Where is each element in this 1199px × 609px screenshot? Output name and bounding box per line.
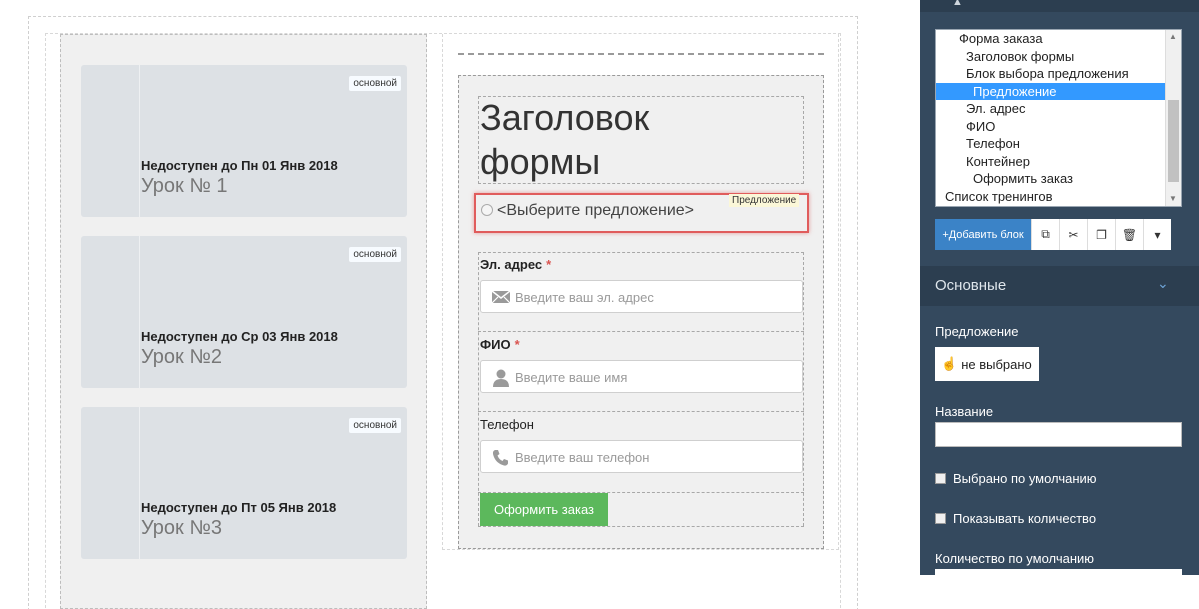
lesson-badge: основной (349, 418, 401, 433)
offer-label: Предложение (935, 324, 1019, 339)
scroll-up-icon[interactable]: ▲ (1169, 32, 1177, 41)
offer-radio[interactable] (481, 204, 493, 216)
default-selected-row[interactable]: Выбрано по умолчанию (935, 471, 1097, 486)
tree-item[interactable]: Форма заказа (959, 30, 1043, 47)
lesson-card[interactable]: основной Недоступен до Пн 01 Янв 2018 Ур… (81, 65, 407, 217)
tree-item[interactable]: ФИО (966, 118, 995, 135)
tree-item[interactable]: Телефон (966, 135, 1020, 152)
required-mark: * (546, 257, 552, 272)
email-field[interactable]: Введите ваш эл. адрес (480, 280, 803, 313)
copy-icon[interactable]: ⧉ (1031, 219, 1059, 250)
lesson-status: Недоступен до Пт 05 Янв 2018 (141, 500, 337, 515)
field-divider (478, 331, 804, 332)
form-heading-line: формы (480, 141, 601, 182)
tree-item[interactable]: Оформить заказ (973, 170, 1073, 187)
lesson-thumbnail (81, 236, 140, 388)
lesson-status: Недоступен до Ср 03 Янв 2018 (141, 329, 338, 344)
user-icon (491, 369, 511, 387)
lesson-thumbnail (81, 65, 140, 217)
add-block-button[interactable]: +Добавить блок (935, 219, 1031, 250)
form-heading: Заголовок формы (480, 96, 800, 184)
lesson-status: Недоступен до Пн 01 Янв 2018 (141, 158, 338, 173)
order-button[interactable]: Оформить заказ (480, 493, 608, 526)
lesson-title[interactable]: Урок №3 (141, 517, 222, 540)
cut-icon[interactable]: ✂ (1059, 219, 1087, 250)
field-divider (478, 252, 804, 253)
dropdown-icon[interactable]: ▾ (1143, 219, 1171, 250)
email-label: Эл. адрес * (480, 257, 551, 272)
offer-pick-button[interactable]: ☝ не выбрано (935, 347, 1039, 381)
phone-placeholder: Введите ваш телефон (515, 450, 650, 465)
offer-block-tag: Предложение (729, 194, 800, 207)
tree-item[interactable]: Блок выбора предложения (966, 65, 1129, 82)
tree-item[interactable]: Эл. адрес (966, 100, 1026, 117)
lesson-card[interactable]: основной Недоступен до Ср 03 Янв 2018 Ур… (81, 236, 407, 388)
required-mark: * (514, 337, 520, 352)
lesson-badge: основной (349, 247, 401, 262)
block-toolbar: +Добавить блок ⧉ ✂ ❐ 🗑 ▾ (935, 219, 1171, 250)
email-label-text: Эл. адрес (480, 257, 543, 272)
scroll-down-icon[interactable]: ▼ (1169, 194, 1177, 203)
title-input[interactable] (935, 422, 1182, 447)
default-selected-checkbox[interactable] (935, 473, 946, 484)
tree-item-selected[interactable]: Предложение (936, 83, 1165, 100)
chevron-down-icon[interactable]: ⌄ (1157, 275, 1169, 292)
lesson-card[interactable]: основной Недоступен до Пт 05 Янв 2018 Ур… (81, 407, 407, 559)
default-selected-label: Выбрано по умолчанию (953, 471, 1097, 486)
envelope-icon (491, 289, 511, 305)
offer-placeholder[interactable]: <Выберите предложение> (497, 202, 694, 220)
column-divider-line (458, 53, 824, 55)
tree-scrollbar[interactable]: ▲ ▼ (1165, 30, 1181, 206)
pointer-hand-icon: ☝ (941, 356, 958, 371)
tree-item[interactable]: Список тренингов (945, 188, 1053, 205)
name-label: ФИО * (480, 337, 520, 352)
phone-field[interactable]: Введите ваш телефон (480, 440, 803, 473)
field-divider (803, 252, 804, 526)
panel-topbar: ▲ (920, 0, 1199, 12)
show-quantity-checkbox[interactable] (935, 513, 946, 524)
lesson-badge: основной (349, 76, 401, 91)
show-quantity-label: Показывать количество (953, 511, 1097, 526)
lesson-title[interactable]: Урок №2 (141, 346, 222, 369)
show-quantity-row[interactable]: Показывать количество (935, 511, 1096, 526)
name-label-text: ФИО (480, 337, 511, 352)
phone-label: Телефон (480, 417, 534, 432)
offer-pick-value: не выбрано (961, 356, 1032, 372)
caret-down-icon[interactable]: ▲ (952, 0, 963, 8)
name-placeholder: Введите ваше имя (515, 370, 628, 385)
block-tree[interactable]: Форма заказа Заголовок формы Блок выбора… (935, 29, 1182, 207)
default-quantity-input[interactable] (935, 569, 1182, 575)
phone-icon (491, 449, 511, 466)
form-heading-line: Заголовок (480, 97, 650, 138)
tree-item[interactable]: Контейнер (966, 153, 1030, 170)
field-divider (478, 526, 804, 527)
lesson-thumbnail (81, 407, 140, 559)
default-quantity-label: Количество по умолчанию (935, 551, 1095, 566)
delete-icon[interactable]: 🗑 (1115, 219, 1143, 250)
paste-icon[interactable]: ❐ (1087, 219, 1115, 250)
name-field[interactable]: Введите ваше имя (480, 360, 803, 393)
email-placeholder: Введите ваш эл. адрес (515, 290, 654, 305)
lesson-title[interactable]: Урок № 1 (141, 175, 228, 198)
field-divider (478, 252, 479, 526)
title-label: Название (935, 404, 994, 419)
field-divider (478, 411, 804, 412)
section-title: Основные (935, 277, 1007, 294)
tree-item[interactable]: Заголовок формы (966, 48, 1074, 65)
scrollbar-thumb[interactable] (1168, 100, 1179, 182)
